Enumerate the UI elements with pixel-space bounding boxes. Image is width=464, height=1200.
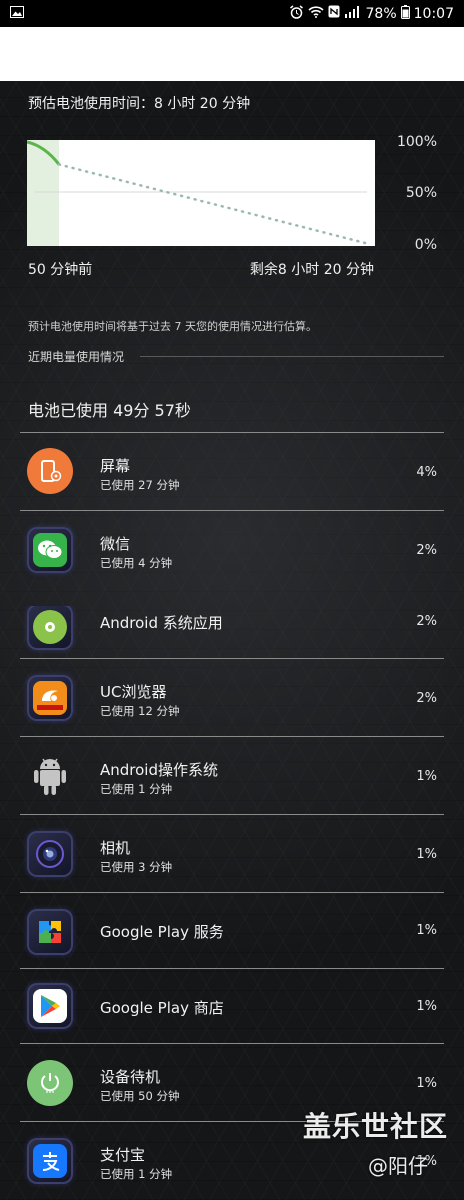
divider bbox=[20, 432, 444, 433]
clipped-row-viewport: Android 系统应用 2% bbox=[0, 606, 464, 658]
app-percent: 4% bbox=[416, 465, 437, 480]
app-usage: 已使用 1 分钟 bbox=[100, 782, 173, 796]
app-usage: 已使用 3 分钟 bbox=[100, 860, 173, 874]
app-percent: 2% bbox=[416, 691, 437, 706]
gallery-notification-icon bbox=[10, 5, 24, 22]
app-usage: 已使用 12 分钟 bbox=[100, 704, 180, 718]
app-row-android-system-apps[interactable]: Android 系统应用 2% bbox=[0, 588, 464, 658]
app-name: UC浏览器 bbox=[100, 683, 167, 701]
x-label-start: 50 分钟前 bbox=[28, 262, 93, 278]
chart-history-fill bbox=[27, 140, 59, 246]
app-name: 微信 bbox=[100, 535, 131, 553]
battery-icon bbox=[400, 4, 410, 23]
estimate-note: 预计电池使用时间将基于过去 7 天您的使用情况进行估算。 bbox=[28, 320, 317, 333]
nfc-icon bbox=[328, 5, 340, 22]
app-percent: 1% bbox=[416, 923, 437, 938]
app-name: Android 系统应用 bbox=[100, 614, 223, 632]
android-os-icon bbox=[27, 753, 73, 799]
section-divider bbox=[140, 356, 444, 357]
app-usage: 已使用 50 分钟 bbox=[100, 1089, 180, 1103]
camera-icon bbox=[27, 831, 73, 877]
battery-percent: 78% bbox=[365, 5, 397, 22]
app-name: Google Play 服务 bbox=[100, 923, 224, 941]
alarm-icon bbox=[289, 4, 304, 23]
battery-estimate: 预估电池使用时间：8 小时 20 分钟 bbox=[28, 96, 251, 112]
status-bar: 78% 10:07 bbox=[0, 0, 464, 27]
app-name: Google Play 商店 bbox=[100, 999, 224, 1017]
app-row-wechat[interactable]: 微信 已使用 4 分钟 2% bbox=[0, 515, 464, 585]
y-label-0: 0% bbox=[414, 237, 437, 253]
app-usage: 已使用 4 分钟 bbox=[100, 556, 173, 570]
app-row-camera[interactable]: 相机 已使用 3 分钟 1% bbox=[0, 819, 464, 889]
divider bbox=[20, 736, 444, 737]
screen-icon bbox=[27, 448, 73, 494]
google-play-services-icon bbox=[27, 909, 73, 955]
divider bbox=[20, 510, 444, 511]
app-row-google-play-services[interactable]: Google Play 服务 1% bbox=[0, 897, 464, 967]
app-row-screen[interactable]: 屏幕 已使用 27 分钟 4% bbox=[0, 437, 464, 507]
uc-browser-icon bbox=[27, 675, 73, 721]
app-usage: 已使用 1 分钟 bbox=[100, 1167, 173, 1181]
battery-used-total: 电池已使用 49分 57秒 bbox=[28, 401, 191, 420]
app-row-android-os[interactable]: Android操作系统 已使用 1 分钟 1% bbox=[0, 741, 464, 811]
app-name: 屏幕 bbox=[100, 457, 131, 475]
alipay-icon bbox=[27, 1138, 73, 1184]
app-row-uc-browser[interactable]: UC浏览器 已使用 12 分钟 2% bbox=[0, 663, 464, 733]
app-percent: 2% bbox=[416, 543, 437, 558]
battery-chart bbox=[26, 140, 375, 246]
divider bbox=[20, 658, 444, 659]
app-name: 支付宝 bbox=[100, 1146, 146, 1164]
chart-projection-line bbox=[57, 163, 371, 246]
app-row-google-play-store[interactable]: Google Play 商店 1% bbox=[0, 973, 464, 1043]
app-usage: 已使用 27 分钟 bbox=[100, 478, 180, 492]
y-label-100: 100% bbox=[396, 134, 437, 150]
wechat-icon bbox=[27, 527, 73, 573]
app-percent: 1% bbox=[416, 1076, 437, 1091]
google-play-store-icon bbox=[27, 983, 73, 1029]
wifi-icon bbox=[307, 5, 324, 22]
x-label-end: 剩余8 小时 20 分钟 bbox=[249, 262, 374, 278]
divider bbox=[20, 968, 444, 969]
watermark-author: @阳仔 bbox=[368, 1154, 428, 1178]
signal-icon bbox=[344, 5, 362, 22]
divider bbox=[20, 814, 444, 815]
app-name: Android操作系统 bbox=[100, 761, 218, 779]
divider bbox=[20, 892, 444, 893]
y-label-50: 50% bbox=[405, 185, 437, 201]
app-percent: 1% bbox=[416, 847, 437, 862]
battery-chart-svg bbox=[26, 140, 371, 246]
standby-icon bbox=[27, 1060, 73, 1106]
watermark-community: 盖乐世社区 bbox=[303, 1110, 449, 1143]
android-system-app-icon bbox=[27, 606, 73, 650]
app-name: 设备待机 bbox=[100, 1068, 161, 1086]
app-percent: 2% bbox=[416, 614, 437, 629]
section-title: 近期电量使用情况 bbox=[28, 350, 125, 364]
app-percent: 1% bbox=[416, 999, 437, 1014]
app-name: 相机 bbox=[100, 839, 131, 857]
app-header bbox=[0, 27, 464, 81]
clock: 10:07 bbox=[413, 5, 454, 22]
divider bbox=[20, 1043, 444, 1044]
app-percent: 1% bbox=[416, 769, 437, 784]
